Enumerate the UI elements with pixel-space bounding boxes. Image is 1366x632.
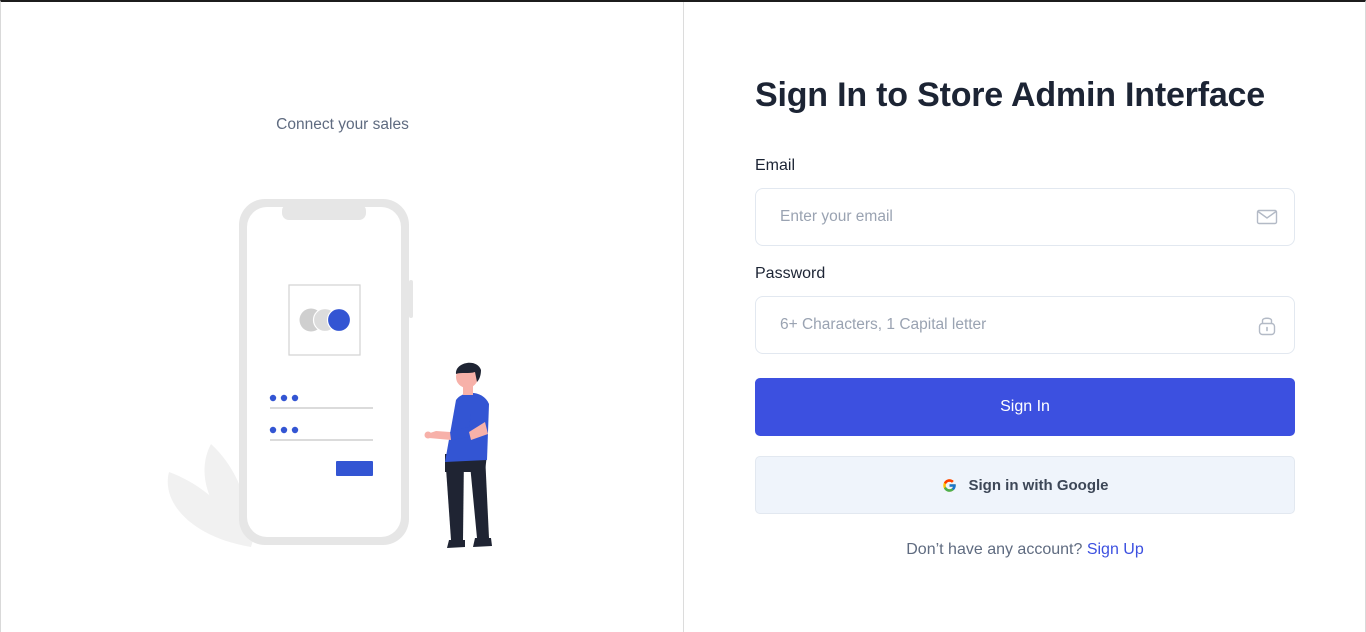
email-input[interactable] bbox=[756, 189, 1226, 245]
email-field-wrapper bbox=[755, 188, 1295, 246]
signup-link[interactable]: Sign Up bbox=[1087, 541, 1144, 558]
password-field-wrapper bbox=[755, 296, 1295, 354]
email-label: Email bbox=[755, 157, 796, 174]
illustration-panel: Connect your sales bbox=[1, 2, 684, 632]
google-signin-label: Sign in with Google bbox=[968, 476, 1109, 494]
signup-prompt: Don’t have any account? Sign Up bbox=[755, 541, 1295, 559]
signup-prompt-text: Don’t have any account? bbox=[906, 541, 1083, 558]
person-figure bbox=[424, 362, 492, 548]
google-logo-icon bbox=[942, 478, 956, 492]
phone-login-illustration bbox=[167, 199, 492, 548]
google-signin-button[interactable]: Sign in with Google bbox=[755, 456, 1295, 514]
page-title: Sign In to Store Admin Interface bbox=[755, 76, 1265, 114]
signin-button[interactable]: Sign In bbox=[755, 378, 1295, 436]
envelope-icon bbox=[1256, 209, 1278, 225]
signin-panel: Sign In to Store Admin Interface Email P… bbox=[685, 2, 1365, 632]
tagline: Connect your sales bbox=[276, 116, 409, 133]
lock-icon bbox=[1258, 317, 1276, 336]
password-input[interactable] bbox=[756, 297, 1226, 353]
password-label: Password bbox=[755, 265, 826, 282]
